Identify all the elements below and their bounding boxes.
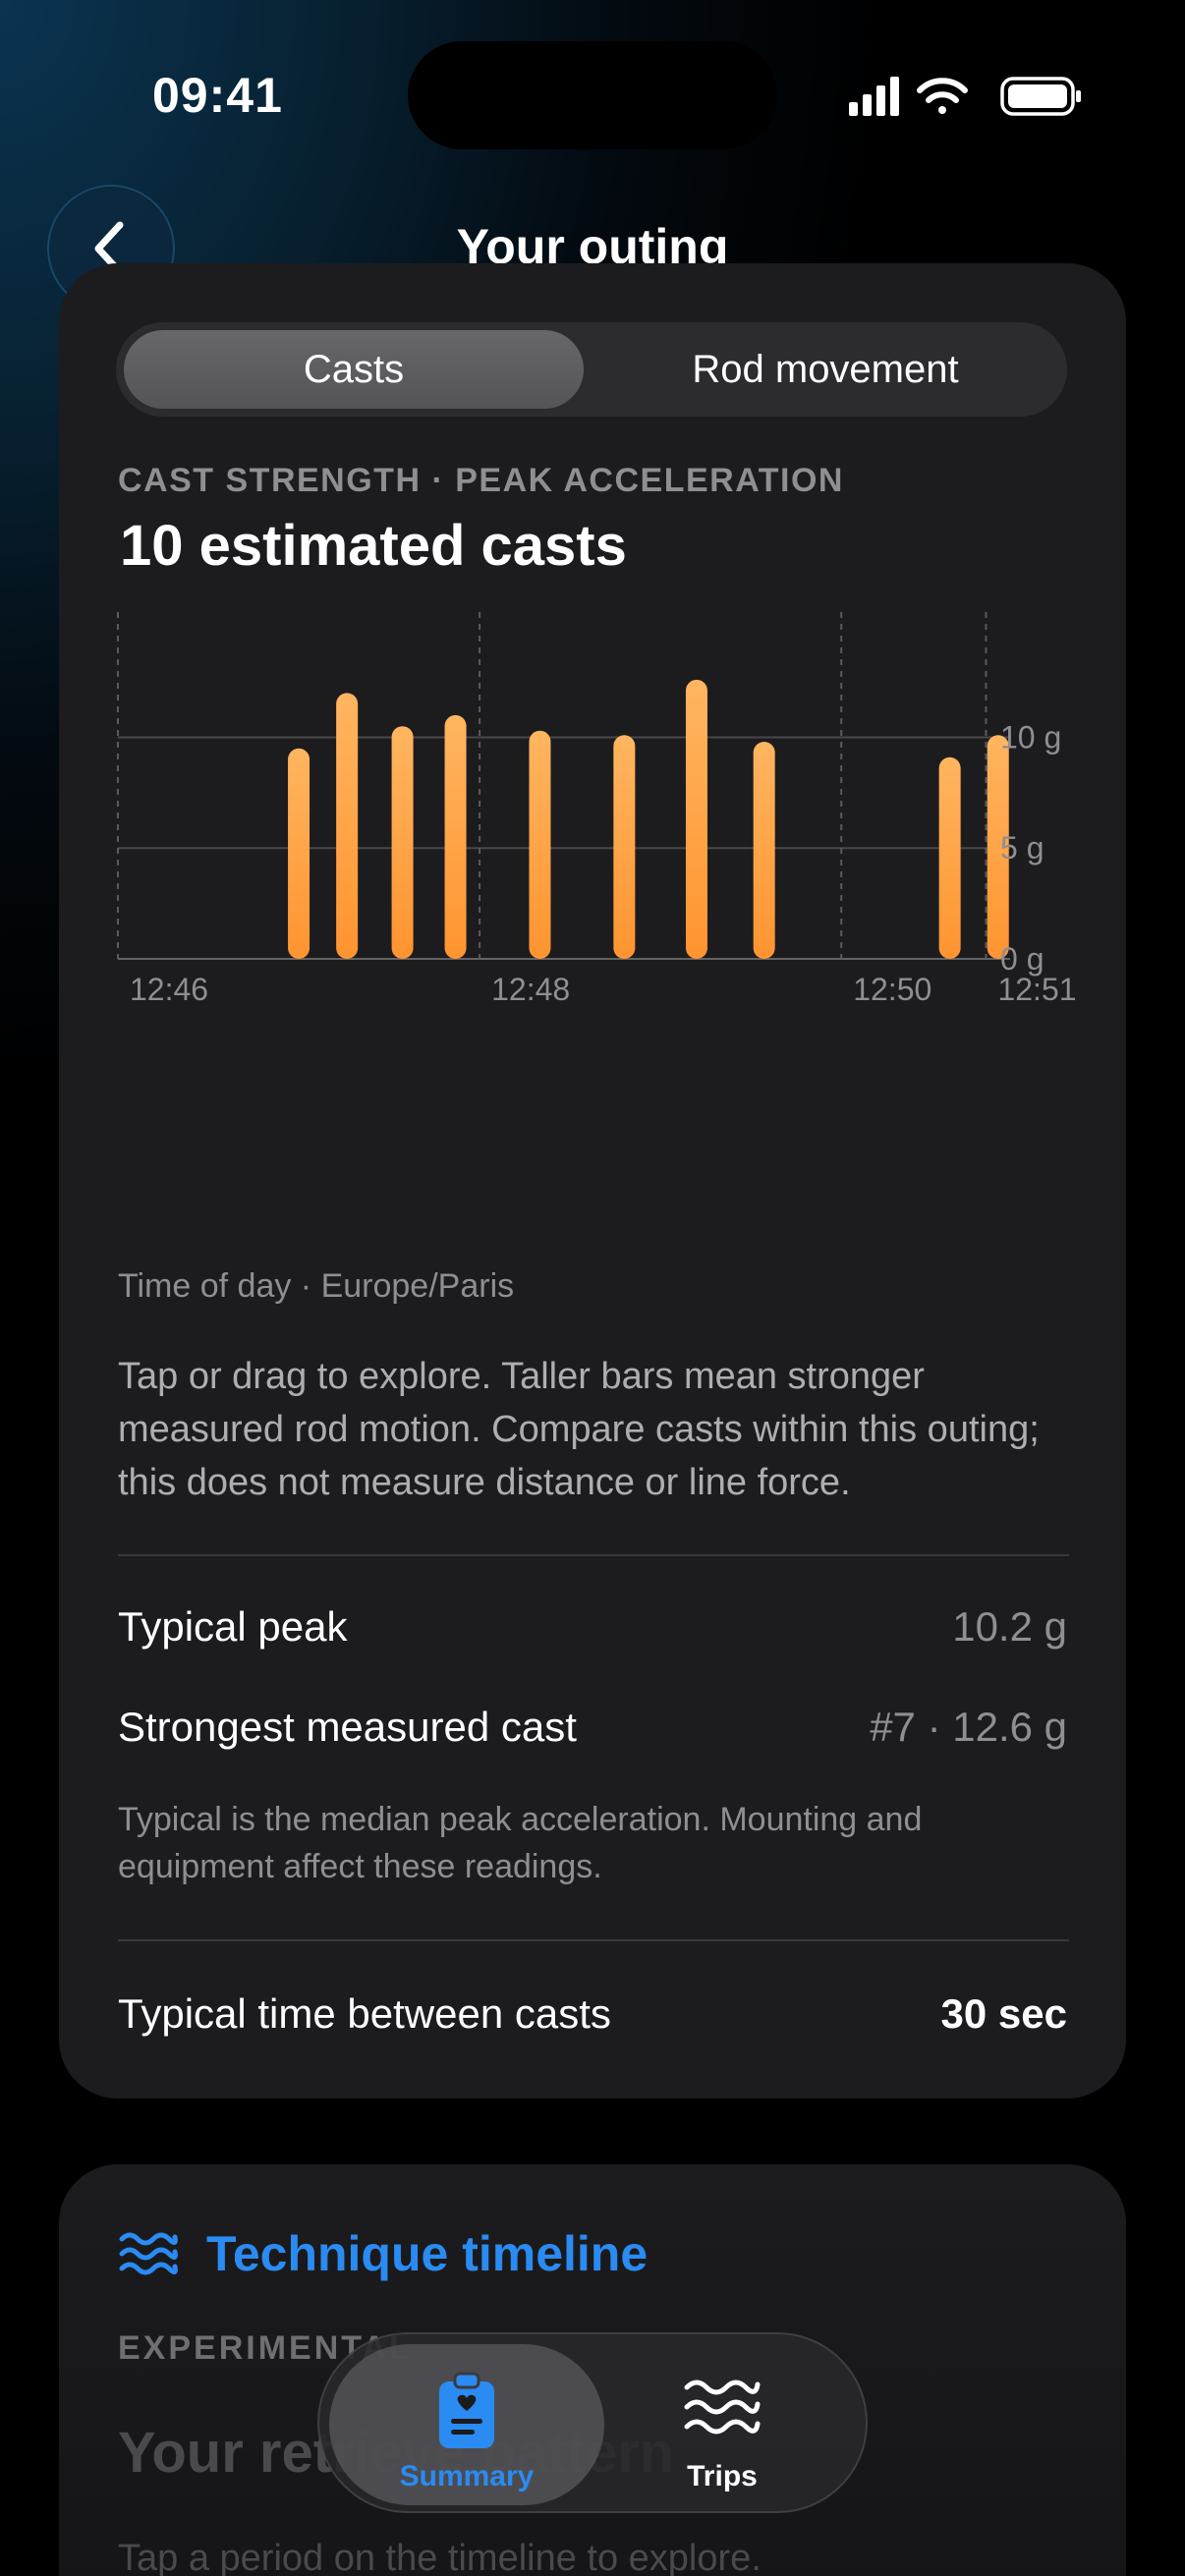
strongest-cast-label: Strongest measured cast [118,1704,577,1750]
cast-bar[interactable] [288,748,310,959]
cast-bar[interactable] [336,693,359,959]
cellular-signal-icon [849,77,899,116]
waves-icon [119,2232,178,2275]
chart-description: Tap or drag to explore. Taller bars mean… [118,1356,1040,1503]
casts-card: Casts Rod movement CAST STRENGTH · PEAK … [59,263,1126,2099]
segment-casts[interactable]: Casts [124,322,584,417]
clipboard-heart-icon [439,2372,494,2448]
cast-bar[interactable] [391,726,414,959]
readings-note: Typical is the median peak acceleration.… [118,1801,923,1885]
x-tick-label: 12:46 [130,972,208,1007]
waves-icon [684,2380,761,2435]
tab-summary-label: Summary [399,2460,535,2492]
technique-title: Technique timeline [206,2226,649,2281]
x-tick-label: 12:51 [997,972,1076,1007]
chart-bars [288,679,1009,959]
status-time: 09:41 [152,68,283,123]
y-tick-label: 10 g [1000,719,1061,755]
y-tick-label: 5 g [1000,830,1044,866]
cast-bar[interactable] [444,714,467,959]
divider [118,1939,1069,1941]
chart-overline: CAST STRENGTH · PEAK ACCELERATION [118,462,844,499]
cast-bar[interactable] [613,735,636,959]
technique-hint: Tap a period on the timeline to explore. [118,2538,762,2576]
tab-summary[interactable]: Summary [329,2344,604,2505]
wifi-icon [917,78,968,114]
chart-grid [117,612,1010,960]
x-tick-label: 12:50 [853,972,931,1007]
typical-peak-value: 10.2 g [952,1603,1067,1650]
segmented-control: Casts Rod movement [116,322,1067,417]
status-icons [849,77,1081,116]
chart-labels: 0 g5 g10 g12:46 12:48 12:50 12:51 [130,719,1077,1007]
dynamic-island [408,41,777,149]
casts-headline: 10 estimated casts [120,514,627,578]
status-bar: 09:41 [0,0,1185,177]
tab-trips[interactable]: Trips [585,2344,860,2505]
cast-bar[interactable] [938,756,961,959]
cast-bar[interactable] [753,741,775,959]
x-tick-label: 12:48 [491,972,570,1007]
tab-bar: Summary Trips [317,2332,868,2513]
chart-caption: Time of day · Europe/Paris [118,1267,515,1305]
interval-label: Typical time between casts [118,1990,611,2037]
cast-bar[interactable] [529,730,551,959]
battery-icon [1000,77,1081,116]
typical-peak-label: Typical peak [118,1603,348,1650]
segment-rod-movement[interactable]: Rod movement [592,322,1059,417]
tab-trips-label: Trips [687,2460,758,2492]
divider [118,1554,1069,1556]
cast-bar[interactable] [685,679,707,959]
interval-value: 30 sec [940,1990,1067,2037]
strongest-cast-value: #7 · 12.6 g [870,1704,1067,1750]
